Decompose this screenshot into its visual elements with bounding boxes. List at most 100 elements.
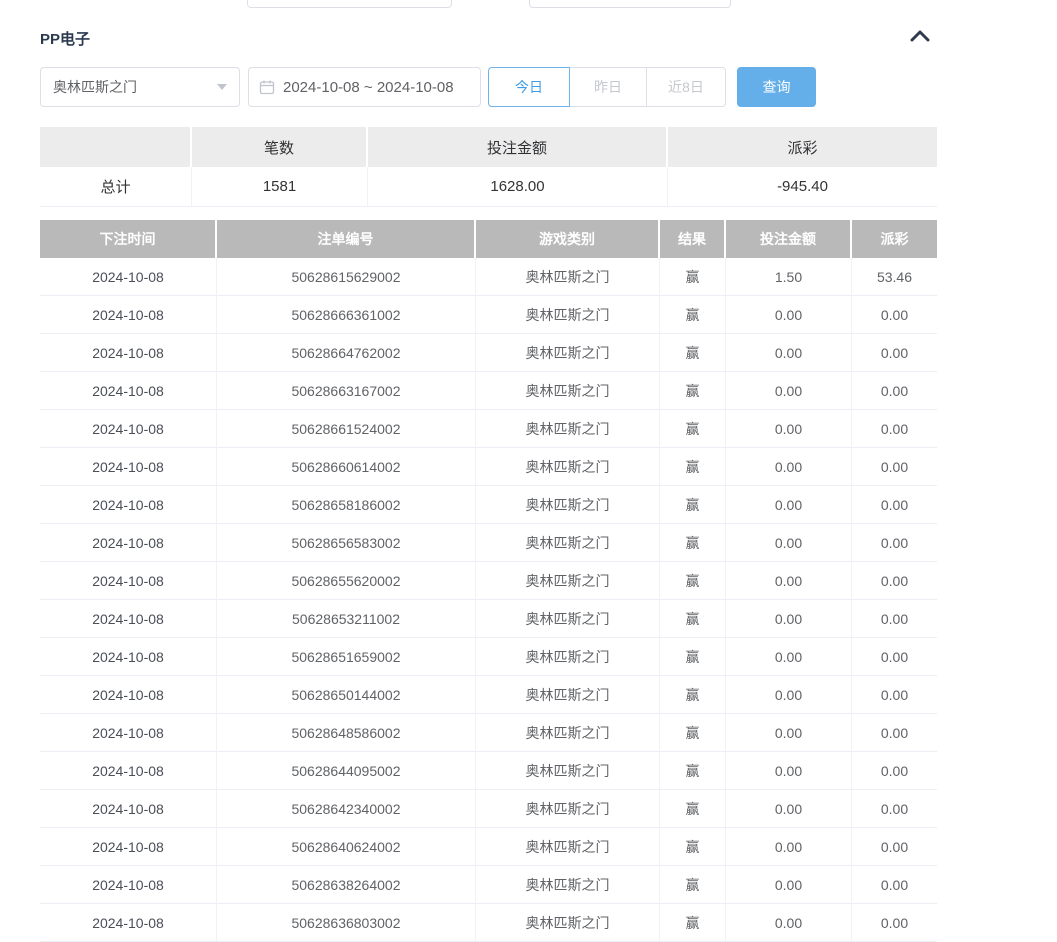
cell-payout: 0.00 xyxy=(852,334,937,372)
bets-table-header: 下注时间 注单编号 游戏类别 结果 投注金额 派彩 xyxy=(40,220,937,258)
yesterday-button[interactable]: 昨日 xyxy=(570,67,647,107)
table-row: 2024-10-08 50628666361002 奥林匹斯之门 赢 0.00 … xyxy=(40,296,937,334)
cell-result: 赢 xyxy=(660,524,726,562)
section-header: PP电子 xyxy=(40,27,937,49)
col-header-result: 结果 xyxy=(660,220,726,258)
table-row: 2024-10-08 50628636803002 奥林匹斯之门 赢 0.00 … xyxy=(40,904,937,942)
cell-game-type: 奥林匹斯之门 xyxy=(476,638,660,676)
cell-payout: 0.00 xyxy=(852,828,937,866)
cell-payout: 0.00 xyxy=(852,372,937,410)
cell-bet-time: 2024-10-08 xyxy=(40,676,217,714)
calendar-icon xyxy=(259,79,275,95)
cell-game-type: 奥林匹斯之门 xyxy=(476,752,660,790)
cell-bet-amount: 0.00 xyxy=(726,638,852,676)
cell-bet-time: 2024-10-08 xyxy=(40,258,217,296)
bets-table: 下注时间 注单编号 游戏类别 结果 投注金额 派彩 2024-10-08 506… xyxy=(40,220,937,942)
cell-bet-time: 2024-10-08 xyxy=(40,904,217,942)
cell-game-type: 奥林匹斯之门 xyxy=(476,334,660,372)
cell-bet-time: 2024-10-08 xyxy=(40,562,217,600)
cell-bet-id: 50628656583002 xyxy=(217,524,476,562)
cell-bet-time: 2024-10-08 xyxy=(40,790,217,828)
cell-payout: 53.46 xyxy=(852,258,937,296)
cell-bet-id: 50628615629002 xyxy=(217,258,476,296)
cell-payout: 0.00 xyxy=(852,448,937,486)
cell-game-type: 奥林匹斯之门 xyxy=(476,790,660,828)
cell-game-type: 奥林匹斯之门 xyxy=(476,714,660,752)
summary-table: 笔数 投注金额 派彩 总计 1581 1628.00 -945.40 xyxy=(40,127,937,207)
table-row: 2024-10-08 50628655620002 奥林匹斯之门 赢 0.00 … xyxy=(40,562,937,600)
cell-bet-time: 2024-10-08 xyxy=(40,828,217,866)
cell-result: 赢 xyxy=(660,448,726,486)
cell-bet-amount: 0.00 xyxy=(726,410,852,448)
cell-game-type: 奥林匹斯之门 xyxy=(476,486,660,524)
col-header-bet-id: 注单编号 xyxy=(217,220,476,258)
summary-header-row: 笔数 投注金额 派彩 xyxy=(40,127,937,167)
summary-header-count: 笔数 xyxy=(192,127,368,167)
cell-game-type: 奥林匹斯之门 xyxy=(476,904,660,942)
top-partial-input-left[interactable] xyxy=(247,0,452,8)
date-range-input[interactable]: 2024-10-08 ~ 2024-10-08 xyxy=(248,67,481,107)
quick-date-button-group: 今日 昨日 近8日 xyxy=(488,67,726,107)
table-row: 2024-10-08 50628656583002 奥林匹斯之门 赢 0.00 … xyxy=(40,524,937,562)
cell-bet-id: 50628666361002 xyxy=(217,296,476,334)
cell-game-type: 奥林匹斯之门 xyxy=(476,866,660,904)
cell-bet-time: 2024-10-08 xyxy=(40,638,217,676)
table-row: 2024-10-08 50628663167002 奥林匹斯之门 赢 0.00 … xyxy=(40,372,937,410)
cell-payout: 0.00 xyxy=(852,638,937,676)
summary-bet-amount-value: 1628.00 xyxy=(368,167,668,207)
today-button[interactable]: 今日 xyxy=(488,67,570,107)
summary-payout-value: -945.40 xyxy=(668,167,937,207)
cell-result: 赢 xyxy=(660,866,726,904)
cell-bet-amount: 0.00 xyxy=(726,448,852,486)
table-row: 2024-10-08 50628664762002 奥林匹斯之门 赢 0.00 … xyxy=(40,334,937,372)
col-header-bet-amount: 投注金额 xyxy=(726,220,852,258)
cell-payout: 0.00 xyxy=(852,866,937,904)
cell-bet-time: 2024-10-08 xyxy=(40,372,217,410)
cell-bet-amount: 0.00 xyxy=(726,296,852,334)
cell-payout: 0.00 xyxy=(852,524,937,562)
cell-bet-amount: 1.50 xyxy=(726,258,852,296)
cell-bet-time: 2024-10-08 xyxy=(40,752,217,790)
collapse-button[interactable] xyxy=(909,28,931,48)
cell-result: 赢 xyxy=(660,638,726,676)
bets-table-body: 2024-10-08 50628615629002 奥林匹斯之门 赢 1.50 … xyxy=(40,258,937,942)
cell-bet-id: 50628658186002 xyxy=(217,486,476,524)
search-button[interactable]: 查询 xyxy=(737,67,816,107)
filter-row: 奥林匹斯之门 2024-10-08 ~ 2024-10-08 今日 昨日 近8日… xyxy=(40,67,816,107)
cell-game-type: 奥林匹斯之门 xyxy=(476,562,660,600)
last-8-days-button[interactable]: 近8日 xyxy=(647,67,726,107)
cell-bet-amount: 0.00 xyxy=(726,334,852,372)
cell-payout: 0.00 xyxy=(852,600,937,638)
cell-bet-id: 50628638264002 xyxy=(217,866,476,904)
cell-game-type: 奥林匹斯之门 xyxy=(476,828,660,866)
cell-bet-id: 50628650144002 xyxy=(217,676,476,714)
table-row: 2024-10-08 50628642340002 奥林匹斯之门 赢 0.00 … xyxy=(40,790,937,828)
top-partial-input-right[interactable] xyxy=(529,0,731,8)
cell-bet-id: 50628644095002 xyxy=(217,752,476,790)
cell-bet-amount: 0.00 xyxy=(726,524,852,562)
table-row: 2024-10-08 50628653211002 奥林匹斯之门 赢 0.00 … xyxy=(40,600,937,638)
cell-bet-id: 50628660614002 xyxy=(217,448,476,486)
cell-bet-id: 50628655620002 xyxy=(217,562,476,600)
cell-bet-time: 2024-10-08 xyxy=(40,410,217,448)
cell-bet-amount: 0.00 xyxy=(726,714,852,752)
cell-result: 赢 xyxy=(660,790,726,828)
table-row: 2024-10-08 50628640624002 奥林匹斯之门 赢 0.00 … xyxy=(40,828,937,866)
table-row: 2024-10-08 50628638264002 奥林匹斯之门 赢 0.00 … xyxy=(40,866,937,904)
table-row: 2024-10-08 50628661524002 奥林匹斯之门 赢 0.00 … xyxy=(40,410,937,448)
cell-payout: 0.00 xyxy=(852,410,937,448)
cell-bet-id: 50628653211002 xyxy=(217,600,476,638)
cell-bet-id: 50628664762002 xyxy=(217,334,476,372)
game-select-value: 奥林匹斯之门 xyxy=(53,77,217,97)
table-row: 2024-10-08 50628658186002 奥林匹斯之门 赢 0.00 … xyxy=(40,486,937,524)
summary-count-value: 1581 xyxy=(192,167,368,207)
cell-bet-amount: 0.00 xyxy=(726,372,852,410)
cell-result: 赢 xyxy=(660,258,726,296)
summary-header-empty xyxy=(40,127,192,167)
cell-result: 赢 xyxy=(660,828,726,866)
table-row: 2024-10-08 50628660614002 奥林匹斯之门 赢 0.00 … xyxy=(40,448,937,486)
cell-payout: 0.00 xyxy=(852,296,937,334)
game-select[interactable]: 奥林匹斯之门 xyxy=(40,67,240,107)
cell-bet-id: 50628636803002 xyxy=(217,904,476,942)
section-title: PP电子 xyxy=(40,28,90,49)
